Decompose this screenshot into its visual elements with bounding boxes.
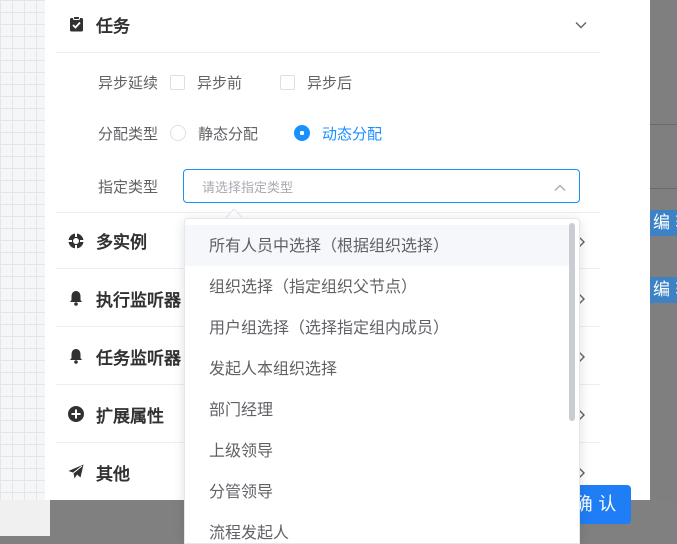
bell-icon	[68, 290, 84, 306]
async-after-checkbox[interactable]	[280, 74, 296, 90]
canvas-grid-left	[0, 0, 45, 500]
group-header-task[interactable]: 任务	[56, 0, 600, 53]
bell-icon	[68, 348, 84, 364]
dropdown-option[interactable]: 用户组选择（选择指定组内成员）	[185, 307, 569, 348]
async-after-label: 异步后	[307, 73, 353, 92]
canvas-grid-bottom	[0, 500, 50, 536]
group-title: 执行监听器	[96, 290, 181, 311]
group-title: 扩展属性	[96, 406, 164, 427]
static-assign-label: 静态分配	[198, 124, 259, 143]
async-label: 异步延续	[97, 73, 158, 92]
edit-button[interactable]: 编 辑	[650, 277, 677, 303]
chevron-down-icon	[574, 17, 588, 31]
async-before-checkbox[interactable]	[170, 74, 185, 90]
dropdown-option[interactable]: 流程发起人	[185, 512, 569, 543]
paper-plane-icon	[68, 464, 84, 480]
plus-circle-icon	[68, 406, 84, 422]
group-title: 其他	[96, 464, 130, 485]
canvas-right-overlay	[650, 0, 677, 500]
dropdown-list: 所有人员中选择（根据组织选择） 组织选择（指定组织父节点） 用户组选择（选择指定…	[185, 225, 569, 543]
async-row: 异步延续 异步前 异步后	[45, 65, 388, 99]
group-title: 任务	[96, 16, 130, 37]
designate-type-dropdown: 所有人员中选择（根据组织选择） 组织选择（指定组织父节点） 用户组选择（选择指定…	[184, 218, 580, 544]
dropdown-option[interactable]: 部门经理	[185, 389, 569, 430]
async-before-label: 异步前	[197, 73, 243, 92]
dropdown-option[interactable]: 发起人本组织选择	[185, 348, 569, 389]
dropdown-option[interactable]: 上级领导	[185, 430, 569, 471]
table-divider	[650, 124, 677, 125]
dynamic-assign-radio[interactable]	[294, 125, 311, 141]
designate-type-label: 指定类型	[97, 177, 158, 196]
static-assign-radio[interactable]	[170, 125, 186, 141]
select-placeholder: 请选择指定类型	[202, 180, 294, 196]
dropdown-option[interactable]: 所有人员中选择（根据组织选择）	[185, 225, 569, 266]
table-divider	[650, 188, 677, 189]
group-title: 多实例	[96, 233, 147, 253]
edit-button[interactable]: 编 辑	[650, 210, 677, 236]
dropdown-option[interactable]: 分管领导	[185, 471, 569, 512]
assign-type-row: 分配类型 静态分配 动态分配	[45, 116, 418, 150]
assign-type-label: 分配类型	[97, 124, 158, 143]
group-title: 任务监听器	[96, 348, 181, 369]
dynamic-assign-label: 动态分配	[322, 124, 383, 143]
gear-icon	[68, 232, 84, 249]
clipboard-check-icon	[68, 16, 84, 32]
chevron-up-icon	[553, 180, 567, 194]
dropdown-scrollbar[interactable]	[569, 223, 575, 421]
designate-type-row: 指定类型	[45, 169, 170, 203]
designate-type-select[interactable]: 请选择指定类型	[183, 169, 580, 203]
dropdown-option[interactable]: 组织选择（指定组织父节点）	[185, 266, 569, 307]
